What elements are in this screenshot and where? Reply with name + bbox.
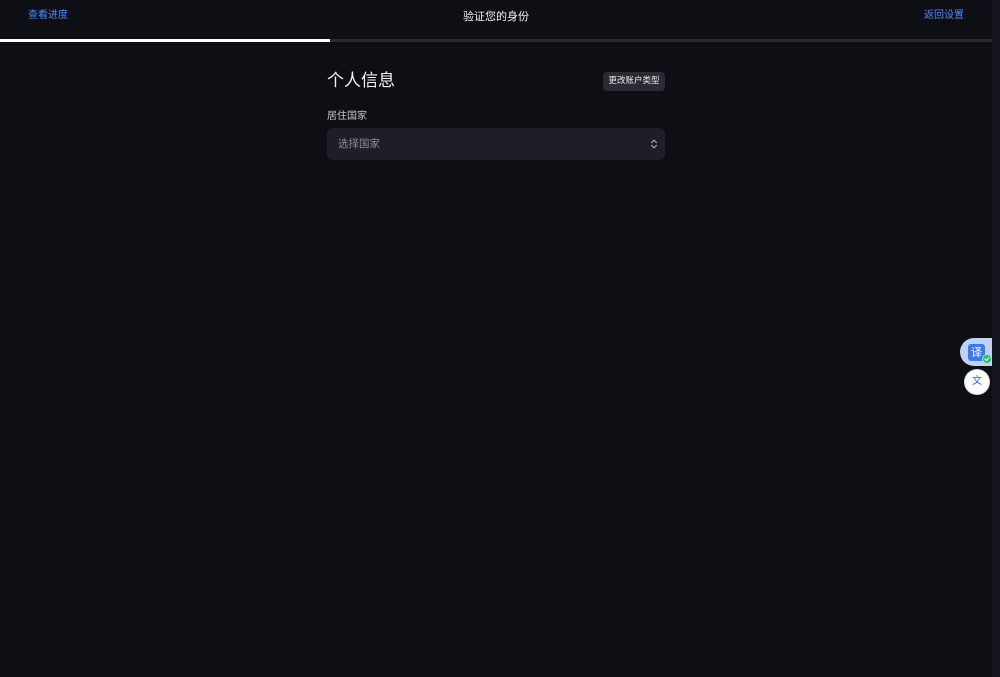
country-select-placeholder: 选择国家 — [338, 138, 380, 150]
back-to-settings-link[interactable]: 返回设置 — [924, 10, 964, 22]
check-badge-icon — [982, 354, 992, 364]
country-of-residence-label: 居住国家 — [327, 111, 367, 122]
chevron-up-down-icon — [650, 138, 658, 150]
text-translate-button[interactable]: 文 — [965, 370, 989, 394]
translate-widget-button[interactable]: 译 — [960, 338, 992, 366]
verification-page: 查看进度 验证您的身份 返回设置 个人信息 更改账户类型 居住国家 选择国家 译… — [0, 0, 1000, 677]
section-title: 个人信息 — [327, 71, 395, 91]
country-select[interactable]: 选择国家 — [327, 128, 665, 160]
top-bar: 查看进度 验证您的身份 返回设置 — [0, 0, 992, 39]
change-account-type-button[interactable]: 更改账户类型 — [603, 72, 665, 91]
progress-fill — [0, 39, 331, 42]
vertical-scrollbar[interactable] — [992, 0, 1000, 677]
progress-bar — [0, 39, 992, 42]
text-translate-label: 文 — [972, 376, 982, 387]
page-title: 验证您的身份 — [463, 9, 529, 23]
